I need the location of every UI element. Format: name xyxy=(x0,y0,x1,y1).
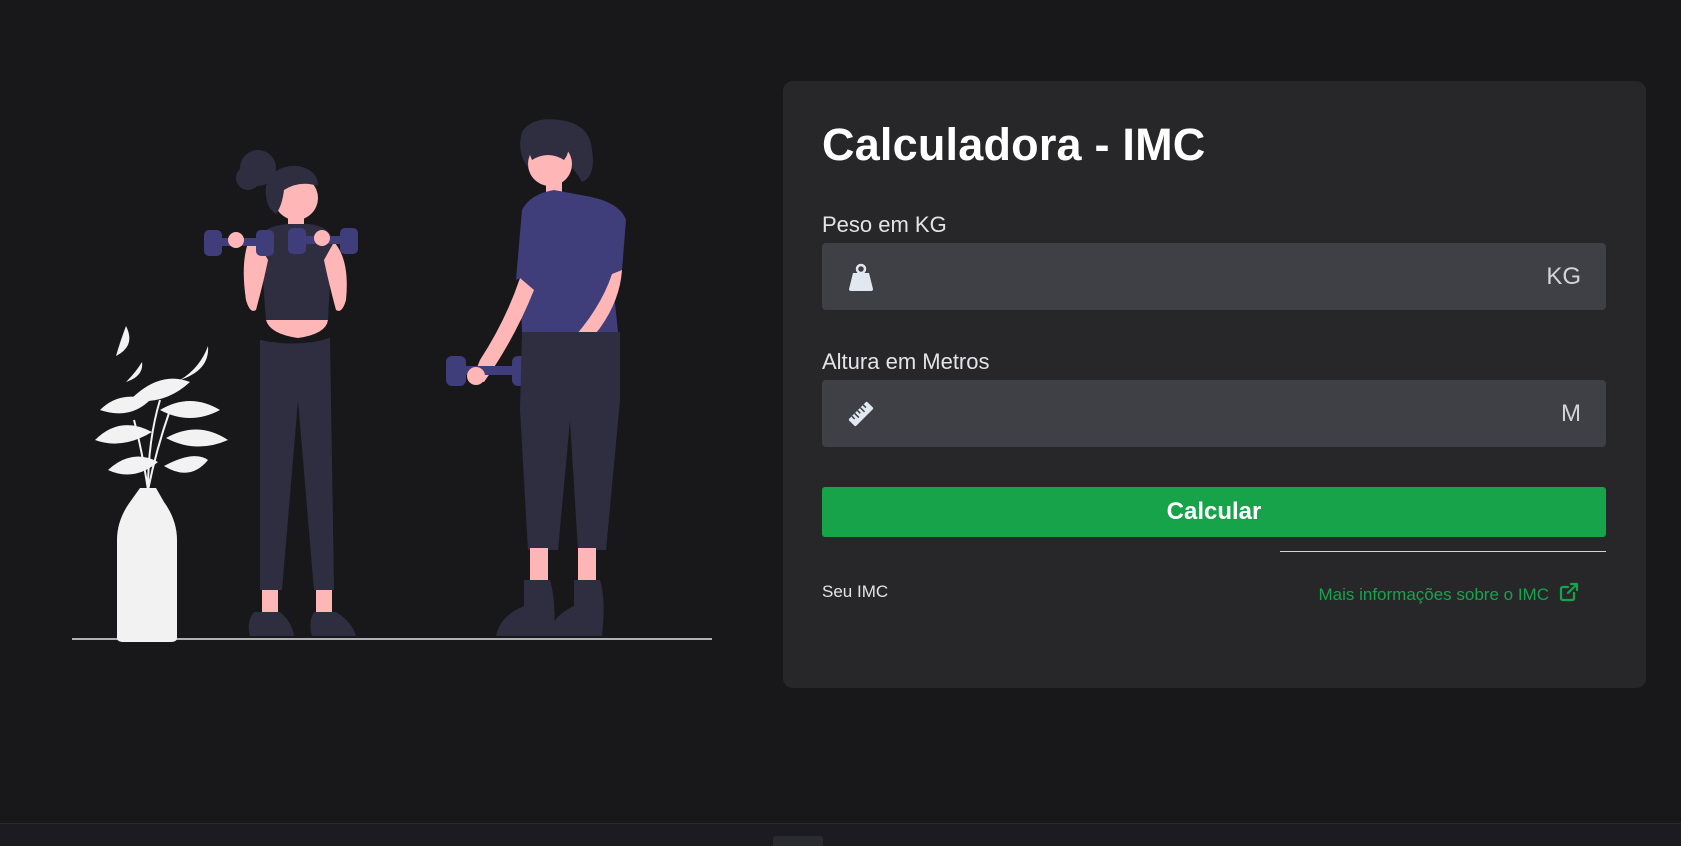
result-label: Seu IMC xyxy=(822,582,889,601)
height-label: Altura em Metros xyxy=(822,349,990,374)
man-figure xyxy=(446,119,626,636)
plant xyxy=(95,326,228,642)
external-link-icon xyxy=(1559,582,1579,607)
weight-label: Peso em KG xyxy=(822,212,947,237)
ruler-icon xyxy=(846,399,876,429)
page: Calculadora - IMC Peso em KG KG Altura e… xyxy=(0,0,1681,846)
divider xyxy=(1280,551,1606,552)
woman-figure xyxy=(204,150,358,636)
more-info-label: Mais informações sobre o IMC xyxy=(1318,584,1549,604)
weight-unit: KG xyxy=(1546,262,1581,290)
height-unit: M xyxy=(1561,399,1581,427)
page-title: Calculadora - IMC xyxy=(822,119,1206,170)
height-field[interactable]: M xyxy=(822,380,1606,447)
weight-icon xyxy=(846,262,876,292)
height-input[interactable] xyxy=(876,380,1561,447)
calculator-card: Calculadora - IMC Peso em KG KG Altura e… xyxy=(783,81,1646,688)
weight-input[interactable] xyxy=(876,243,1547,310)
weight-field[interactable]: KG xyxy=(822,243,1606,310)
taskbar-handle xyxy=(773,836,823,846)
more-info-link[interactable]: Mais informações sobre o IMC xyxy=(1318,582,1579,607)
calculate-button[interactable]: Calcular xyxy=(822,487,1606,537)
taskbar-strip xyxy=(0,823,1681,846)
fitness-illustration xyxy=(72,119,712,642)
